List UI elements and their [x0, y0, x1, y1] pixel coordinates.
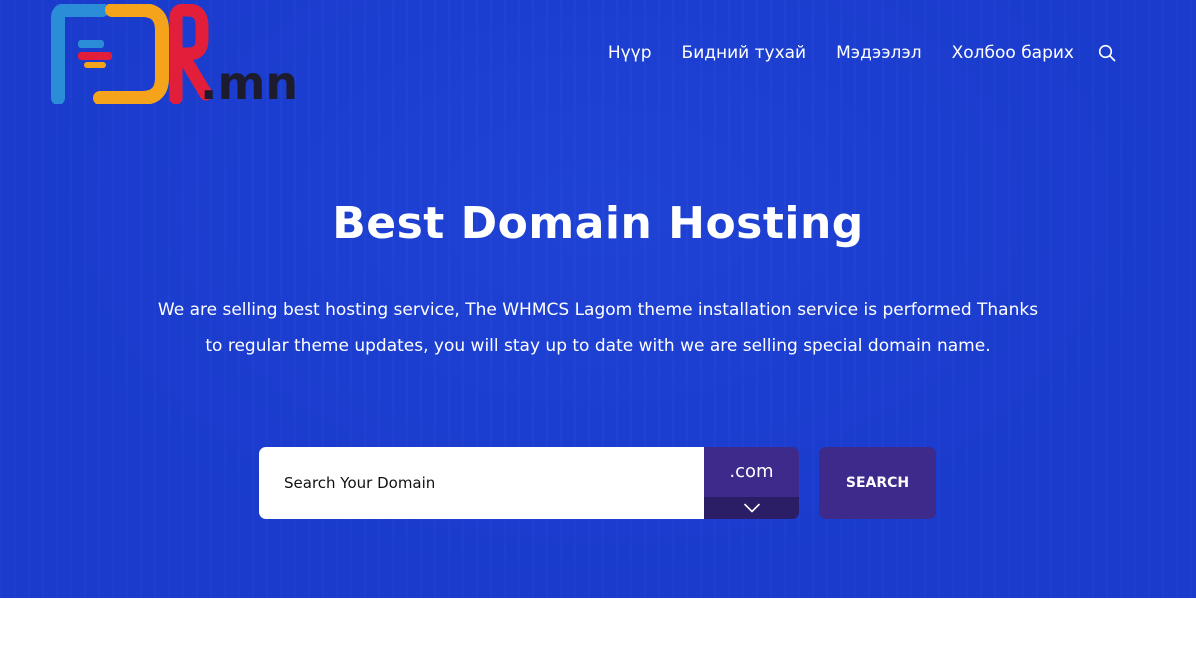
domain-search-button[interactable]: SEARCH [819, 447, 936, 519]
tld-selected-value: .com [729, 461, 774, 482]
nav-item-news[interactable]: Мэдээлэл [836, 43, 921, 63]
domain-search-input[interactable] [259, 447, 704, 519]
nav-item-home[interactable]: Нүүр [608, 43, 652, 63]
search-icon[interactable] [1098, 44, 1116, 62]
hero-section: .mn Нүүр Бидний тухай Мэдээлэл Холбоо ба… [0, 0, 1196, 598]
hero-title: Best Domain Hosting [332, 198, 864, 249]
logo-graphic: .mn [51, 4, 298, 104]
main-nav: Нүүр Бидний тухай Мэдээлэл Холбоо барих [608, 38, 1116, 68]
tld-dropdown[interactable]: .com [704, 447, 799, 519]
hero-description: We are selling best hosting service, The… [157, 300, 1039, 356]
logo-suffix: .mn [200, 56, 298, 104]
content-area [0, 598, 1196, 648]
domain-search-form: .com SEARCH [259, 447, 936, 519]
site-logo[interactable]: .mn [50, 4, 310, 104]
nav-item-about[interactable]: Бидний тухай [682, 43, 807, 63]
nav-item-contact[interactable]: Холбоо барих [952, 43, 1074, 63]
chevron-down-icon [704, 497, 799, 519]
